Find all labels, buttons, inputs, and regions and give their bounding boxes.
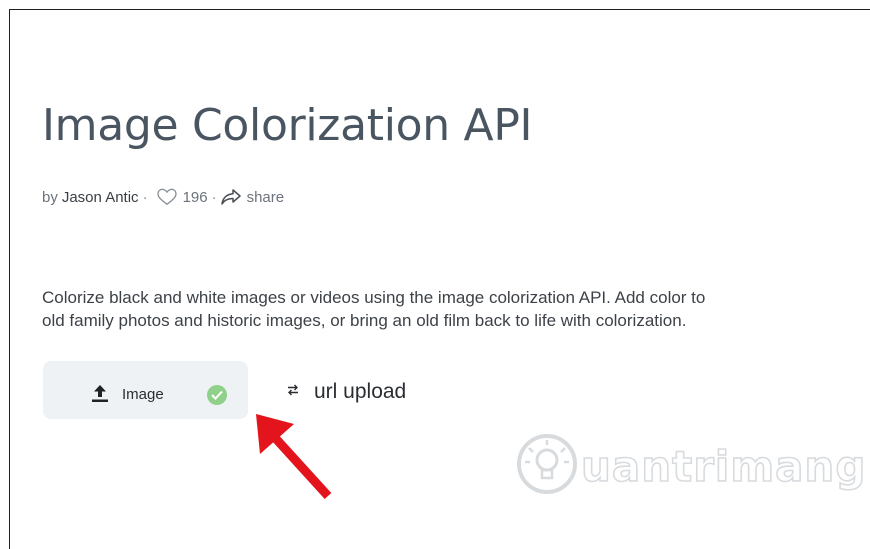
swap-arrows-icon [286,383,300,402]
check-circle-icon [207,385,227,405]
description: Colorize black and white images or video… [42,286,870,332]
image-upload-button[interactable]: Image [43,361,248,419]
description-line: Colorize black and white images or video… [42,288,706,307]
share-icon[interactable] [220,189,241,205]
red-arrow-annotation [250,410,340,510]
author-link[interactable]: Jason Antic [62,189,139,206]
url-upload-option[interactable]: url upload [286,380,406,404]
like-count: 196 [182,188,208,206]
byline-separator: · [211,188,217,206]
upload-icon [90,383,110,408]
byline-separator: · [142,188,148,206]
heart-icon[interactable] [156,188,178,206]
url-upload-label: url upload [314,380,407,403]
byline-prefix: by [42,188,58,206]
byline: by Jason Antic · 196 · share [42,188,284,206]
page-title: Image Colorization API [42,100,533,151]
watermark-text: uantrimang [580,441,867,492]
lightbulb-logo-icon [515,432,579,501]
watermark: uantrimang [515,432,866,501]
description-line: old family photos and historic images, o… [42,311,687,330]
image-upload-label: Image [122,386,164,403]
share-link[interactable]: share [247,189,285,206]
